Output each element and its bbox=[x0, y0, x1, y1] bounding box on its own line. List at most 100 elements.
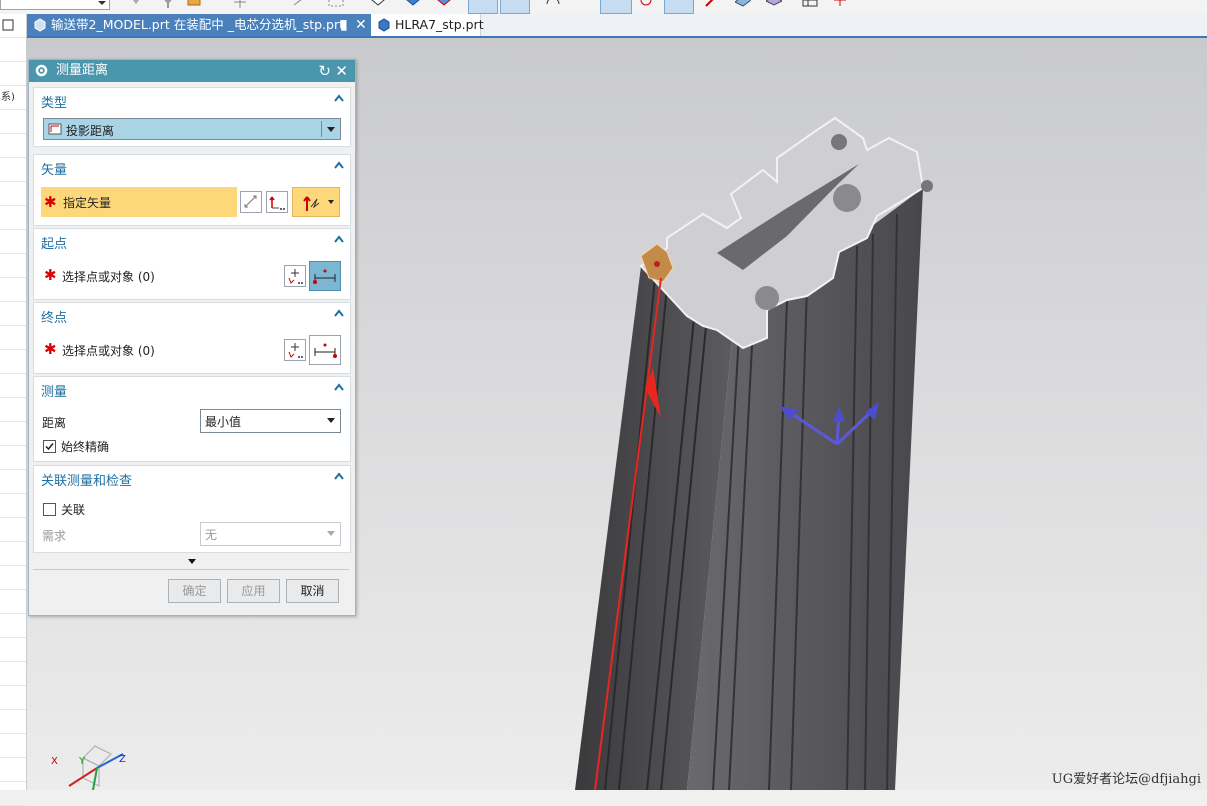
chevron-up-icon[interactable] bbox=[334, 235, 344, 243]
point-dialog-button[interactable] bbox=[284, 265, 306, 287]
sketch-icon[interactable] bbox=[292, 0, 308, 10]
vector-icon[interactable] bbox=[704, 0, 720, 10]
list-item[interactable] bbox=[0, 758, 26, 782]
chevron-down-icon bbox=[327, 418, 335, 423]
point-dialog-button[interactable] bbox=[284, 339, 306, 361]
list-item[interactable] bbox=[0, 374, 26, 398]
dialog-title-bar[interactable]: 测量距离 ↻ ✕ bbox=[29, 60, 355, 82]
tab-hlra7[interactable]: HLRA7_stp.prt bbox=[371, 14, 484, 36]
list-item[interactable] bbox=[0, 350, 26, 374]
specify-vector-label: 指定矢量 bbox=[63, 196, 112, 210]
end-point-type-button[interactable] bbox=[309, 335, 341, 365]
requirement-select-value: 无 bbox=[205, 528, 218, 542]
view-iso-icon[interactable] bbox=[370, 0, 386, 10]
list-item[interactable] bbox=[0, 230, 26, 254]
end-group-header[interactable]: 终点 bbox=[41, 307, 67, 326]
perpendicular-icon[interactable] bbox=[664, 0, 694, 14]
chevron-up-icon[interactable] bbox=[334, 383, 344, 391]
reset-icon[interactable]: ↻ bbox=[318, 60, 331, 82]
list-item[interactable] bbox=[0, 686, 26, 710]
type-select[interactable]: 投影距离 bbox=[43, 118, 341, 140]
close-icon[interactable]: ✕ bbox=[355, 14, 367, 36]
list-item[interactable]: 系) bbox=[0, 86, 26, 110]
layer-icon[interactable] bbox=[766, 0, 782, 10]
specify-vector-row[interactable]: ✱ 指定矢量 bbox=[41, 187, 237, 217]
chevron-up-icon[interactable] bbox=[334, 309, 344, 317]
apply-button[interactable]: 应用 bbox=[227, 579, 280, 603]
list-item[interactable] bbox=[0, 158, 26, 182]
list-item[interactable] bbox=[0, 302, 26, 326]
measure-icon[interactable] bbox=[468, 0, 498, 14]
vector-group-header[interactable]: 矢量 bbox=[41, 159, 67, 178]
start-point-type-button[interactable] bbox=[309, 261, 341, 291]
rect-select-icon[interactable] bbox=[328, 0, 344, 10]
chevron-up-icon[interactable] bbox=[334, 94, 344, 102]
list-item[interactable] bbox=[0, 542, 26, 566]
dialog-title: 测量距离 bbox=[56, 63, 109, 78]
list-item[interactable] bbox=[0, 398, 26, 422]
list-item[interactable] bbox=[0, 734, 26, 758]
vector-type-dropdown[interactable] bbox=[292, 187, 340, 217]
arc-icon[interactable] bbox=[545, 0, 561, 10]
reverse-direction-button[interactable] bbox=[240, 191, 262, 213]
associative-checkbox[interactable] bbox=[43, 503, 56, 516]
start-group-header[interactable]: 起点 bbox=[41, 233, 67, 252]
reverse-arrows-icon bbox=[244, 195, 257, 208]
list-item[interactable] bbox=[0, 326, 26, 350]
ok-button[interactable]: 确定 bbox=[168, 579, 221, 603]
measure-group-header[interactable]: 测量 bbox=[41, 381, 67, 400]
chevron-up-icon[interactable] bbox=[334, 161, 344, 169]
list-item[interactable] bbox=[0, 110, 26, 134]
list-item[interactable] bbox=[0, 422, 26, 446]
list-item[interactable] bbox=[0, 710, 26, 734]
list-item[interactable] bbox=[0, 590, 26, 614]
table-icon[interactable] bbox=[802, 0, 818, 10]
filter-icon[interactable] bbox=[160, 0, 176, 10]
type-group-header[interactable]: 类型 bbox=[41, 92, 67, 111]
distance-select[interactable]: 最小值 bbox=[200, 409, 341, 433]
list-item[interactable] bbox=[0, 566, 26, 590]
chevron-up-icon[interactable] bbox=[334, 472, 344, 480]
list-item[interactable] bbox=[0, 614, 26, 638]
plane-icon[interactable] bbox=[735, 0, 751, 10]
assoc-group-header[interactable]: 关联测量和检查 bbox=[41, 470, 132, 489]
check-icon bbox=[45, 443, 54, 451]
end-select-label[interactable]: 选择点或对象 (0) bbox=[62, 342, 155, 359]
always-accurate-checkbox[interactable] bbox=[43, 440, 56, 453]
list-item[interactable] bbox=[0, 254, 26, 278]
list-item[interactable] bbox=[0, 446, 26, 470]
list-item[interactable] bbox=[0, 14, 26, 38]
list-item[interactable] bbox=[0, 278, 26, 302]
save-doc-icon[interactable]: ▮ bbox=[340, 14, 348, 36]
start-select-label[interactable]: 选择点或对象 (0) bbox=[62, 268, 155, 285]
tab-assembly-part[interactable]: 输送带2_MODEL.prt 在装配中 _电芯分选机_stp.prt ▮ ✕ bbox=[27, 14, 371, 36]
requirement-select[interactable]: 无 bbox=[200, 522, 341, 546]
list-item[interactable] bbox=[0, 638, 26, 662]
list-item[interactable] bbox=[0, 470, 26, 494]
snap-icon[interactable] bbox=[128, 0, 144, 10]
vector-dialog-button[interactable] bbox=[266, 191, 288, 213]
measure-angle-icon[interactable] bbox=[500, 0, 530, 14]
list-item[interactable] bbox=[0, 206, 26, 230]
rotate-icon[interactable] bbox=[638, 0, 654, 10]
list-item[interactable] bbox=[0, 494, 26, 518]
point-snap-icon[interactable] bbox=[232, 0, 248, 10]
list-item[interactable] bbox=[0, 182, 26, 206]
list-item[interactable] bbox=[0, 38, 26, 62]
list-item[interactable] bbox=[0, 518, 26, 542]
list-item[interactable] bbox=[0, 662, 26, 686]
show-hide-icon[interactable] bbox=[832, 0, 848, 10]
associative-label: 关联 bbox=[61, 503, 86, 517]
list-item[interactable] bbox=[0, 134, 26, 158]
list-item[interactable] bbox=[0, 62, 26, 86]
circle-view-icon[interactable] bbox=[600, 0, 632, 14]
cancel-button[interactable]: 取消 bbox=[286, 579, 339, 603]
selection-filter-combo[interactable] bbox=[0, 0, 110, 10]
section-view-icon[interactable] bbox=[436, 0, 452, 10]
list-item[interactable] bbox=[0, 782, 26, 806]
close-icon[interactable]: ✕ bbox=[335, 60, 348, 82]
shaded-cube-icon[interactable] bbox=[405, 0, 421, 10]
more-options-toggle[interactable] bbox=[33, 555, 349, 570]
measure-distance-dialog: 测量距离 ↻ ✕ 类型 投影距离 矢量 ✱ 指定矢量 起点 ✱ 选择点或对象 (… bbox=[28, 59, 356, 616]
box-select-icon[interactable] bbox=[186, 0, 202, 10]
